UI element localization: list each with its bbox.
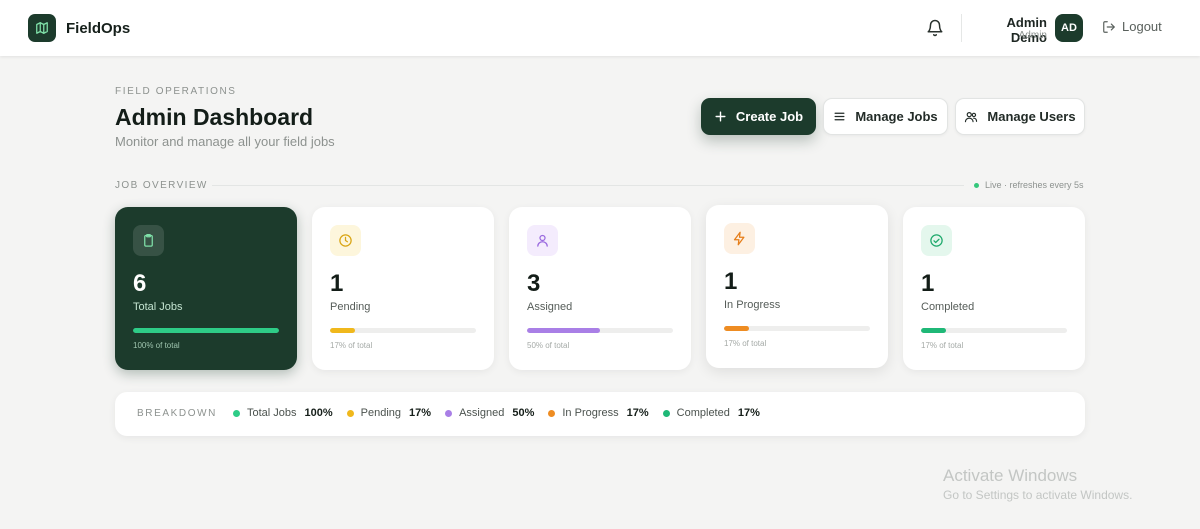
breakdown-label: In Progress xyxy=(562,407,619,419)
header-divider xyxy=(961,14,962,42)
breakdown-value: 100% xyxy=(304,407,333,419)
stat-value: 1 xyxy=(724,268,738,295)
stat-note: 100% of total xyxy=(133,341,180,350)
breakdown-label: Assigned xyxy=(459,407,505,419)
page-eyebrow: FIELD OPERATIONS xyxy=(115,86,237,97)
avatar[interactable]: AD xyxy=(1055,14,1083,42)
logout-button[interactable]: Logout xyxy=(1102,19,1162,34)
notification-bell-icon[interactable] xyxy=(926,19,944,37)
stat-card-total-jobs[interactable]: 6 Total Jobs 100% of total xyxy=(115,207,297,370)
stat-value: 1 xyxy=(330,270,344,297)
users-icon xyxy=(964,110,978,124)
user-icon xyxy=(527,225,558,256)
live-text: Live · refreshes every 5s xyxy=(985,180,1084,190)
live-dot-icon xyxy=(974,182,979,188)
breakdown-item: Total Jobs 100% xyxy=(233,407,333,419)
breakdown-dot-icon xyxy=(445,409,453,417)
breakdown-title: BREAKDOWN xyxy=(137,408,217,419)
clock-icon xyxy=(330,225,361,256)
manage-jobs-button[interactable]: Manage Jobs xyxy=(823,98,948,135)
stat-progress-fill xyxy=(133,328,279,333)
stat-progress-track xyxy=(527,328,673,333)
brand-name: FieldOps xyxy=(66,19,131,37)
breakdown-item: Assigned 50% xyxy=(445,407,534,419)
stat-value: 1 xyxy=(921,270,935,297)
breakdown-label: Completed xyxy=(676,407,730,419)
stat-progress-track xyxy=(330,328,476,333)
stat-card-assigned[interactable]: 3 Assigned 50% of total xyxy=(509,207,691,370)
stat-progress-fill xyxy=(330,328,355,333)
breakdown-dot-icon xyxy=(233,409,240,417)
check-circle-icon xyxy=(921,225,952,256)
page-subtitle: Monitor and manage all your field jobs xyxy=(115,134,335,149)
stat-progress-track xyxy=(724,326,870,331)
stat-card-completed[interactable]: 1 Completed 17% of total xyxy=(903,207,1085,370)
breakdown-list: Total Jobs 100% Pending 17% Assigned 50%… xyxy=(233,407,774,419)
breakdown-bar: BREAKDOWN Total Jobs 100% Pending 17% As… xyxy=(115,392,1085,436)
stat-card-pending[interactable]: 1 Pending 17% of total xyxy=(312,207,494,370)
stat-progress-fill xyxy=(921,328,946,333)
create-job-button[interactable]: Create Job xyxy=(701,98,816,135)
activate-windows-subtitle: Go to Settings to activate Windows. xyxy=(943,488,1133,502)
breakdown-value: 17% xyxy=(737,407,760,419)
list-icon xyxy=(833,110,846,123)
plus-icon xyxy=(714,110,727,123)
breakdown-item: Pending 17% xyxy=(346,407,432,419)
breakdown-label: Pending xyxy=(360,407,402,419)
stat-note: 50% of total xyxy=(527,341,570,350)
breakdown-value: 17% xyxy=(626,407,649,419)
manage-jobs-label: Manage Jobs xyxy=(855,109,938,124)
breakdown-item: In Progress 17% xyxy=(548,407,649,419)
bolt-icon xyxy=(724,223,755,254)
logout-label: Logout xyxy=(1122,19,1162,34)
stat-value: 3 xyxy=(527,270,541,297)
stat-card-in-progress[interactable]: 1 In Progress 17% of total xyxy=(706,205,888,368)
create-job-label: Create Job xyxy=(735,109,804,124)
manage-users-button[interactable]: Manage Users xyxy=(955,98,1085,135)
stat-note: 17% of total xyxy=(921,341,964,350)
stat-note: 17% of total xyxy=(330,341,373,350)
stat-label: In Progress xyxy=(724,299,781,311)
job-overview-label: JOB OVERVIEW xyxy=(115,180,208,191)
section-divider xyxy=(212,185,964,186)
top-navbar: FieldOps Admin Demo Admin AD Logout xyxy=(0,0,1200,56)
page-title: Admin Dashboard xyxy=(115,104,314,130)
stat-label: Pending xyxy=(330,301,371,313)
stat-progress-fill xyxy=(724,326,749,331)
breakdown-item: Completed 17% xyxy=(662,407,760,419)
breakdown-dot-icon xyxy=(662,409,670,417)
logout-icon xyxy=(1103,20,1115,33)
brand-logo-icon xyxy=(28,14,56,42)
breakdown-value: 50% xyxy=(512,407,535,419)
stat-value: 6 xyxy=(133,270,147,297)
breakdown-value: 17% xyxy=(409,407,432,419)
brand[interactable]: FieldOps xyxy=(28,14,130,42)
live-indicator: Live · refreshes every 5s xyxy=(974,180,1084,190)
breakdown-dot-icon xyxy=(548,409,556,417)
stat-progress-track xyxy=(921,328,1067,333)
stat-label: Total Jobs xyxy=(133,301,183,313)
user-role: Admin xyxy=(1018,30,1047,41)
breakdown-dot-icon xyxy=(346,409,354,417)
stat-progress-track xyxy=(133,328,279,333)
manage-users-label: Manage Users xyxy=(987,109,1076,124)
activate-windows-title: Activate Windows xyxy=(943,466,1078,485)
stat-progress-fill xyxy=(527,328,600,333)
clipboard-icon xyxy=(133,225,164,256)
stat-label: Completed xyxy=(921,301,975,313)
stat-note: 17% of total xyxy=(724,339,767,348)
stat-label: Assigned xyxy=(527,301,573,313)
breakdown-label: Total Jobs xyxy=(247,407,297,419)
